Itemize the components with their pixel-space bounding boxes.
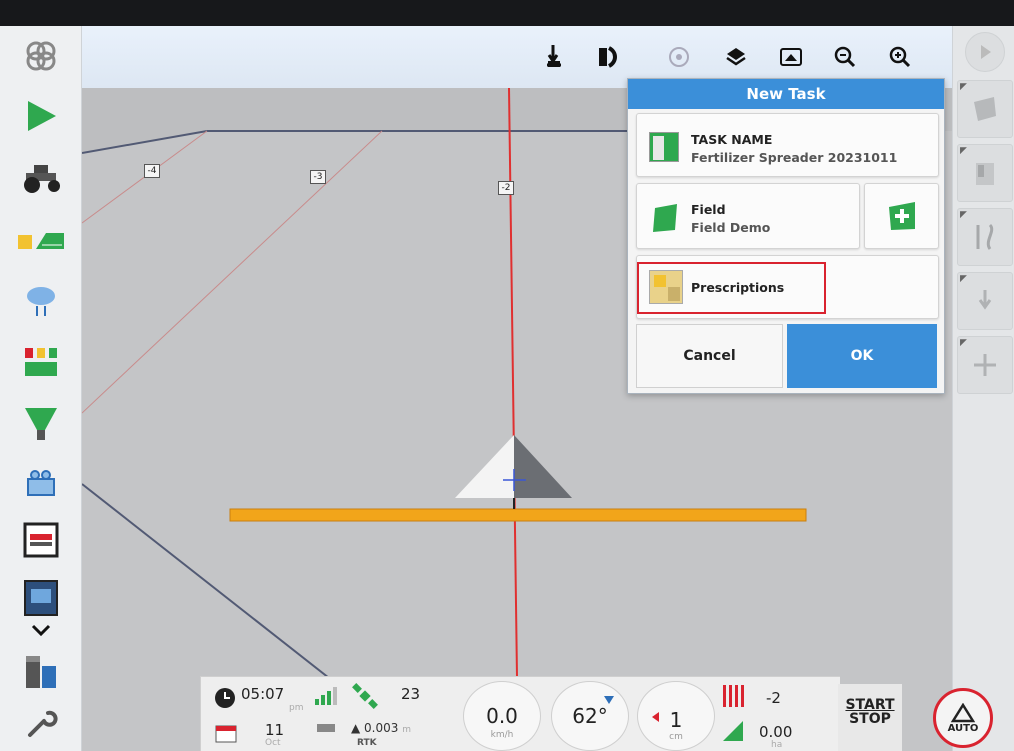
camera-icon[interactable] bbox=[12, 458, 70, 510]
fit-view-icon[interactable] bbox=[774, 40, 808, 74]
sections-value: -2 bbox=[766, 689, 781, 707]
implement-display-icon[interactable] bbox=[12, 514, 70, 566]
prescriptions-label: Prescriptions bbox=[691, 280, 785, 295]
field-button[interactable]: Field Field Demo bbox=[636, 183, 860, 249]
start-label: START bbox=[845, 697, 895, 713]
heading-arrow-icon bbox=[604, 696, 614, 704]
hand-pointer-icon[interactable] bbox=[537, 40, 571, 74]
time-value: 05:07 bbox=[241, 685, 285, 703]
stop-label: STOP bbox=[849, 711, 891, 727]
line-marker: -3 bbox=[310, 170, 326, 184]
play-run-icon[interactable] bbox=[12, 90, 70, 142]
task-name-label: TASK NAME bbox=[691, 132, 773, 147]
field-implement-icon[interactable] bbox=[12, 214, 70, 266]
right-sidebar: ◤ ◤ ◤ ◤ ◤ bbox=[952, 26, 1014, 751]
calendar-icon bbox=[215, 725, 237, 743]
field-value: Field Demo bbox=[691, 220, 771, 235]
task-icon bbox=[649, 132, 679, 162]
accuracy-value: ▲ 0.003 m bbox=[351, 721, 412, 735]
screen-bezel bbox=[0, 0, 1014, 26]
gps-target-icon[interactable] bbox=[662, 40, 696, 74]
add-plus-icon bbox=[888, 202, 915, 230]
correction-mode: RTK bbox=[357, 738, 377, 748]
start-stop-button[interactable]: START STOP bbox=[838, 684, 902, 751]
auto-label: AUTO bbox=[947, 722, 979, 734]
task-name-button[interactable]: TASK NAME Fertilizer Spreader 20231011 bbox=[636, 113, 939, 177]
speed-value: 0.0 bbox=[486, 704, 518, 728]
right-panel-guidance-button[interactable]: ◤ bbox=[957, 208, 1013, 266]
auto-steer-button[interactable]: AUTO bbox=[933, 688, 993, 748]
forward-button-icon[interactable] bbox=[965, 32, 1005, 72]
line-marker: -4 bbox=[144, 164, 160, 178]
zoom-out-icon[interactable] bbox=[828, 40, 862, 74]
satellite-count: 23 bbox=[401, 685, 421, 703]
prescriptions-button[interactable]: Prescriptions bbox=[636, 255, 939, 319]
field-label: Field bbox=[691, 202, 726, 217]
satellite-icon bbox=[352, 683, 378, 709]
layers-icon[interactable] bbox=[719, 40, 753, 74]
auto-steer-icon bbox=[951, 702, 975, 722]
status-bar: 05:07 pm 11 Oct 23 ▲ 0.003 m RTK 0.0 km/… bbox=[200, 676, 840, 751]
receiver-icon bbox=[317, 724, 335, 732]
zoom-in-icon[interactable] bbox=[883, 40, 917, 74]
line-marker: -2 bbox=[498, 181, 514, 195]
right-panel-section-button[interactable]: ◤ bbox=[957, 336, 1013, 394]
area-value: 0.00 bbox=[759, 723, 793, 741]
cancel-button[interactable]: Cancel bbox=[636, 324, 783, 388]
right-panel-field-button[interactable]: ◤ bbox=[957, 80, 1013, 138]
left-sidebar bbox=[0, 26, 82, 751]
dialog-title: New Task bbox=[628, 79, 944, 109]
field-polygon-icon bbox=[653, 204, 677, 232]
tractor-icon[interactable] bbox=[12, 151, 70, 203]
ok-button[interactable]: OK bbox=[787, 324, 937, 388]
task-name-value: Fertilizer Spreader 20231011 bbox=[691, 150, 898, 165]
add-field-button[interactable] bbox=[864, 183, 939, 249]
offline-offset-gauge: 1 cm bbox=[637, 681, 715, 751]
section-bars-icon bbox=[723, 685, 744, 707]
heading-gauge: 62° bbox=[551, 681, 629, 751]
sections-control-icon[interactable] bbox=[12, 336, 70, 388]
app-logo-icon[interactable] bbox=[12, 30, 70, 82]
spreader-hopper-icon[interactable] bbox=[12, 398, 70, 450]
new-task-dialog: New Task TASK NAME Fertilizer Spreader 2… bbox=[627, 78, 945, 394]
app-screen: -4 -3 -2 ◤ ◤ ◤ ◤ ◤ New Task TASK NAME Fe… bbox=[0, 0, 1014, 751]
offset-value: 1 bbox=[669, 708, 683, 732]
collapse-chevron-icon[interactable] bbox=[12, 616, 70, 646]
clock-icon bbox=[215, 688, 235, 708]
speed-unit: km/h bbox=[490, 730, 514, 740]
wrench-settings-icon[interactable] bbox=[12, 698, 70, 750]
swath-pattern-icon[interactable] bbox=[592, 40, 626, 74]
right-panel-task-button[interactable]: ◤ bbox=[957, 144, 1013, 202]
speed-gauge: 0.0 km/h bbox=[463, 681, 541, 751]
date-day: 11 bbox=[265, 721, 285, 739]
heading-value: 62° bbox=[572, 704, 608, 728]
offset-unit: cm bbox=[669, 732, 683, 742]
date-month: Oct bbox=[265, 738, 281, 748]
right-panel-steer-button[interactable]: ◤ bbox=[957, 272, 1013, 330]
signal-strength-icon bbox=[315, 687, 337, 705]
area-flag-icon bbox=[723, 721, 743, 741]
bin-tank-icon[interactable] bbox=[12, 646, 70, 698]
weather-sync-icon[interactable] bbox=[12, 274, 70, 326]
boom-sections bbox=[229, 508, 807, 522]
prescriptions-map-icon bbox=[649, 270, 683, 304]
time-ampm: pm bbox=[289, 703, 304, 713]
area-unit: ha bbox=[771, 740, 783, 750]
